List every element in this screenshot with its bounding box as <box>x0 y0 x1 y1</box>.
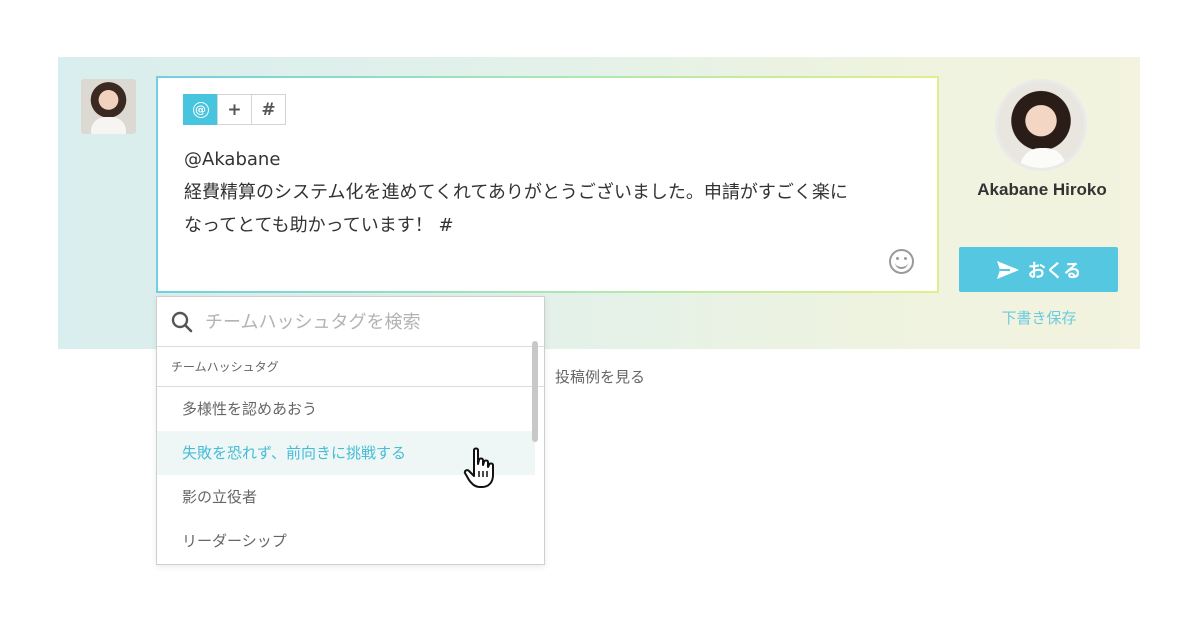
hashtag-button[interactable]: # <box>251 94 286 125</box>
message-text[interactable]: @Akabane 経費精算のシステム化を進めてくれてありがとうございました。申請… <box>184 143 924 242</box>
hashtag-search-input[interactable] <box>205 305 525 339</box>
post-composer-screen: @ + # @Akabane 経費精算のシステム化を進めてくれてありがとうござい… <box>0 0 1200 630</box>
message-mention: @Akabane <box>184 149 281 170</box>
send-button[interactable]: おくる <box>959 247 1118 292</box>
mention-icon: @ <box>192 101 209 118</box>
hashtag-icon: # <box>261 99 276 120</box>
hashtag-option[interactable]: リーダーシップ <box>157 519 535 563</box>
save-draft-link[interactable]: 下書き保存 <box>960 307 1118 328</box>
composer-toolbar: @ + # <box>183 94 286 125</box>
view-examples-link[interactable]: 投稿例を見る <box>555 366 645 387</box>
recipient-avatar <box>995 79 1087 171</box>
hashtag-option[interactable]: 多様性を認めあおう <box>157 387 535 431</box>
recipient-name: Akabane Hiroko <box>977 180 1107 199</box>
paper-plane-icon <box>996 260 1020 280</box>
send-button-label: おくる <box>1027 260 1082 282</box>
plus-icon: + <box>227 99 242 120</box>
search-icon <box>171 311 193 333</box>
mention-button[interactable]: @ <box>183 94 218 125</box>
hashtag-dropdown: チームハッシュタグ 多様性を認めあおう 失敗を恐れず、前向きに挑戦する 影の立役… <box>156 296 545 565</box>
emoji-icon[interactable] <box>889 249 914 274</box>
hashtag-section-title: チームハッシュタグ <box>157 347 544 387</box>
message-line-1: 経費精算のシステム化を進めてくれてありがとうございました。申請がすごく楽に <box>184 182 848 203</box>
plus-button[interactable]: + <box>217 94 252 125</box>
dropdown-scrollbar[interactable] <box>532 341 538 442</box>
message-line-2: なってとても助かっています！ # <box>184 215 454 236</box>
hand-pointer-icon <box>463 447 494 488</box>
hashtag-search <box>157 297 544 347</box>
my-avatar <box>81 79 136 134</box>
